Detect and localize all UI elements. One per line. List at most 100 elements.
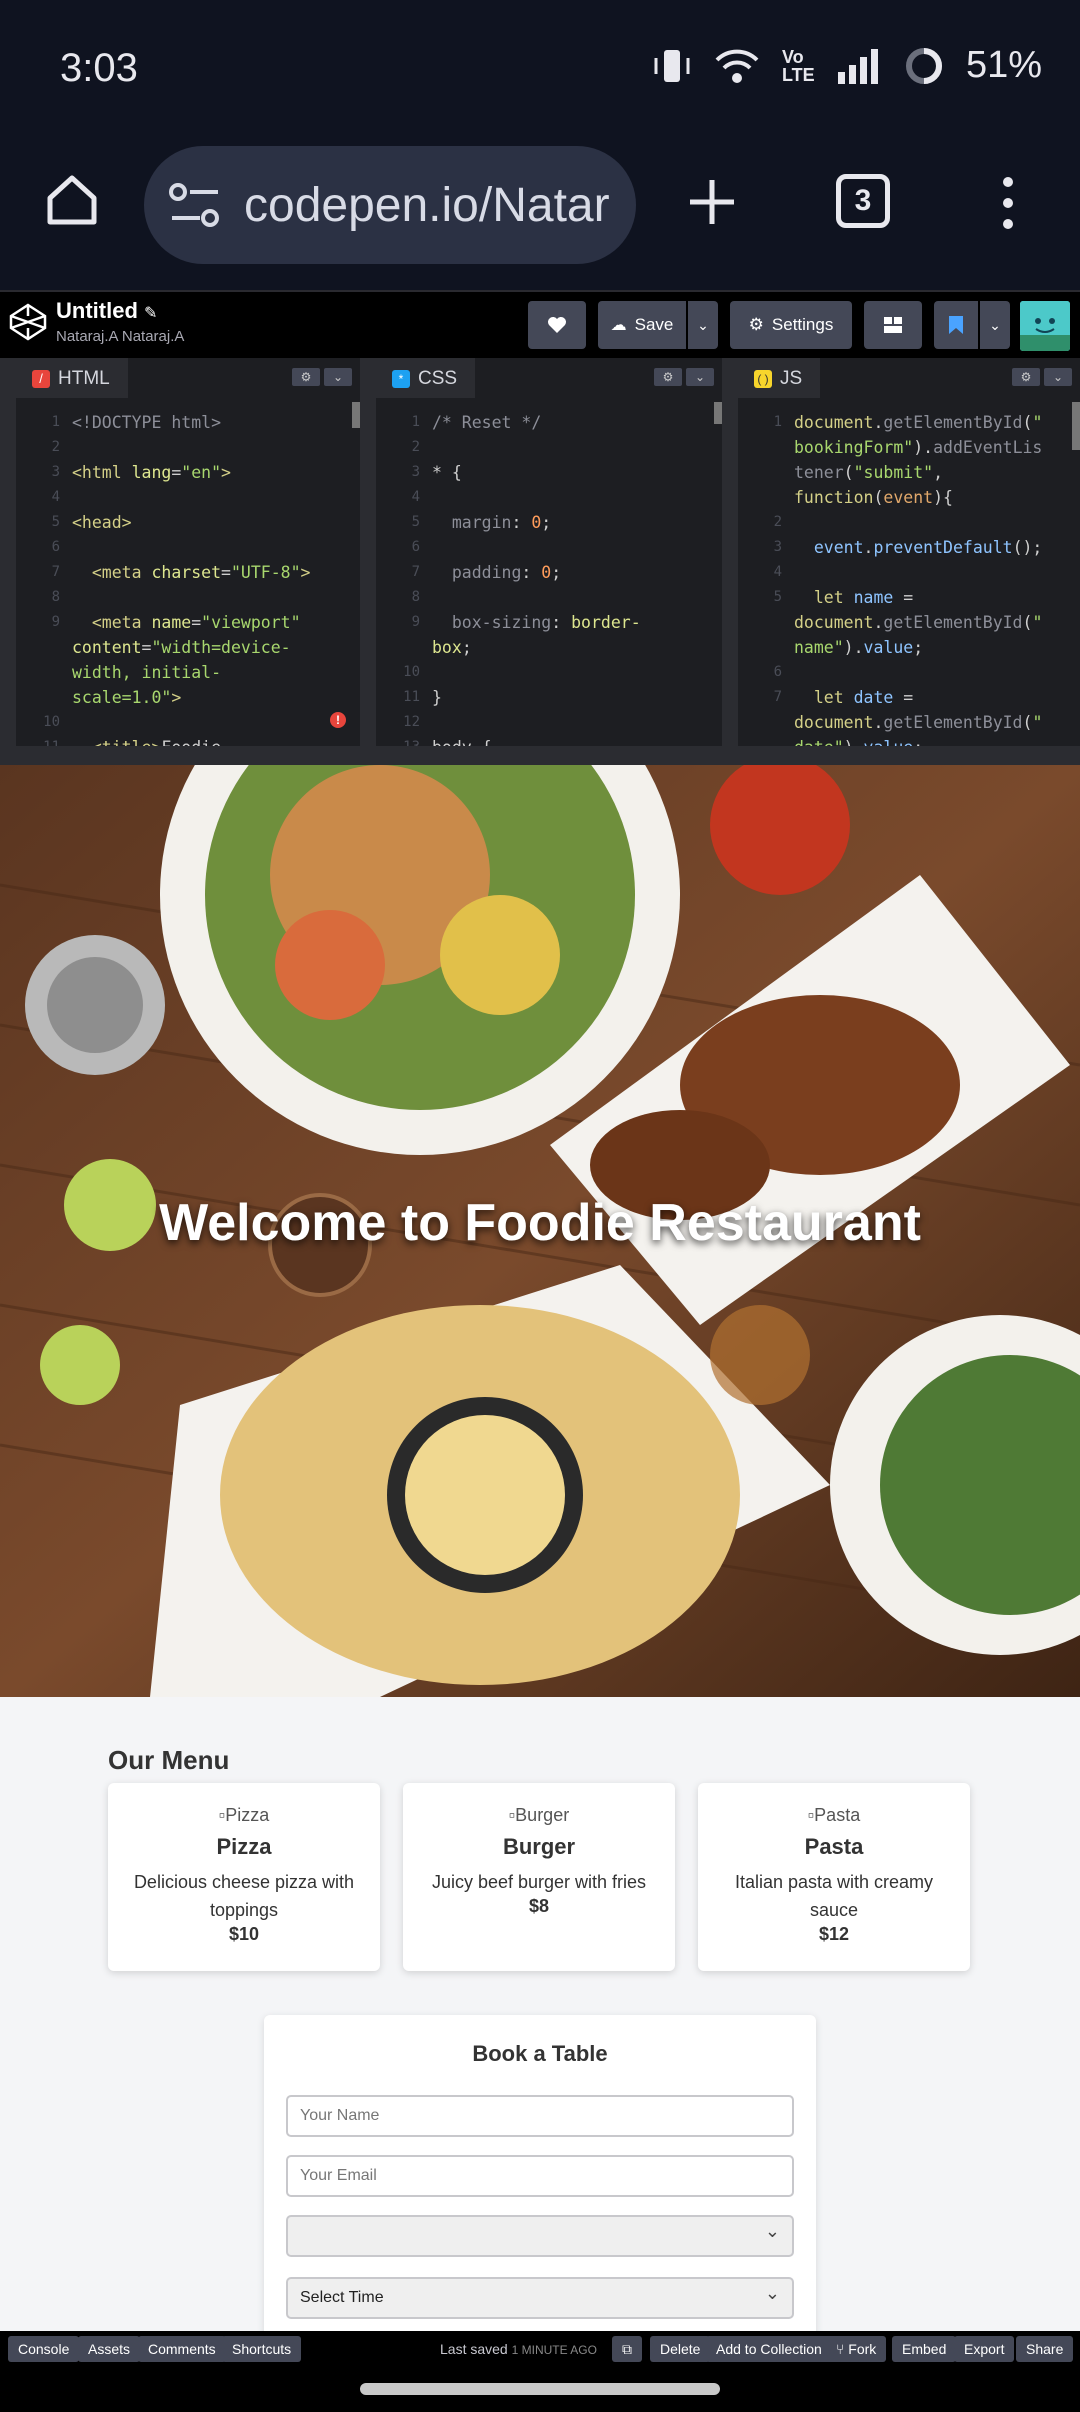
vibrate-icon	[654, 49, 690, 82]
save-label: Save	[634, 315, 674, 334]
comments-button[interactable]: Comments	[138, 2336, 226, 2362]
css-editor[interactable]: * CSS ⚙ ⌄ 1/* Reset */ 2 3 * { 4 5 margin:…	[376, 358, 738, 746]
email-field[interactable]: Your Email	[286, 2155, 794, 2197]
css-settings-icon[interactable]: ⚙	[654, 368, 682, 386]
fork-button[interactable]: ⑂ Fork	[826, 2336, 887, 2362]
bookmark-options-button[interactable]: ⌄	[980, 301, 1010, 349]
resize-handle[interactable]	[0, 746, 1080, 765]
network-label: Vo LTE	[781, 46, 815, 85]
js-code[interactable]: 1 document.getElementById(" bookingForm")…	[738, 398, 1080, 746]
export-button[interactable]: Export	[954, 2336, 1015, 2362]
menu-item-price: $8	[528, 1896, 550, 1916]
menu-card-pizza: ▫Pizza Pizza Delicious cheese pizza with…	[108, 1783, 380, 1971]
status-bar: 3:03 Vo LTE 51%	[0, 0, 1080, 140]
menu-item-desc: Delicious cheese pizza with toppings	[133, 1872, 355, 1920]
more-menu-icon[interactable]	[996, 176, 1020, 230]
last-saved: Last saved 1 MINUTE AGO	[440, 2341, 597, 2357]
html-editor[interactable]: / HTML ⚙ ⌄ 1 <!DOCTYPE html> 2 3 <html lang…	[0, 358, 376, 746]
html-settings-icon[interactable]: ⚙	[292, 368, 320, 386]
css-scrollbar[interactable]	[714, 402, 722, 424]
html-tab-label: HTML	[58, 368, 110, 389]
js-icon: ( )	[754, 370, 772, 388]
booking-title: Book a Table	[472, 2041, 608, 2066]
embed-button[interactable]: Embed	[892, 2336, 957, 2362]
cloud-icon: ☁	[610, 317, 627, 334]
save-button[interactable]: ☁ Save	[598, 301, 686, 349]
menu-item-price: $10	[228, 1924, 260, 1944]
open-external-button[interactable]: ⧉	[612, 2336, 642, 2362]
gesture-handle[interactable]	[360, 2383, 720, 2395]
share-button[interactable]: Share	[1016, 2336, 1074, 2362]
battery-percent: 51%	[965, 44, 1042, 86]
css-tab-label: CSS	[418, 368, 458, 389]
css-collapse-icon[interactable]: ⌄	[686, 368, 714, 386]
date-select[interactable]	[286, 2215, 794, 2257]
menu-item-name: Burger	[502, 1834, 576, 1859]
menu-item-name: Pizza	[216, 1834, 272, 1859]
editor-panes: / HTML ⚙ ⌄ 1 <!DOCTYPE html> 2 3 <html lang…	[0, 358, 1080, 746]
js-scrollbar[interactable]	[1072, 402, 1080, 450]
menu-card-pasta: ▫Pasta Pasta Italian pasta with creamy sa…	[698, 1783, 970, 1971]
booking-form: Book a Table Your Name Your Email Select…	[264, 2015, 816, 2331]
status-icons: Vo LTE 51%	[652, 44, 1042, 87]
avatar[interactable]	[1020, 301, 1070, 351]
delete-button[interactable]: Delete	[650, 2336, 711, 2362]
codepen-logo-icon[interactable]	[8, 302, 48, 342]
home-icon[interactable]	[44, 172, 100, 228]
menu-image-broken: ▫Burger	[508, 1805, 570, 1825]
heart-icon	[548, 317, 566, 333]
battery-icon	[905, 47, 942, 84]
wifi-icon	[715, 49, 759, 83]
js-tab-label: JS	[780, 368, 803, 389]
error-icon[interactable]: !	[330, 712, 346, 728]
save-options-button[interactable]: ⌄	[688, 301, 718, 349]
css-code[interactable]: 1/* Reset */ 2 3 * { 4 5 margin: 0; 6 7 p…	[376, 398, 722, 746]
url-field[interactable]: codepen.io/Natar	[144, 146, 636, 264]
html-scrollbar[interactable]	[352, 402, 360, 428]
pen-title-text: Untitled	[56, 298, 138, 323]
js-settings-icon[interactable]: ⚙	[1012, 368, 1040, 386]
tab-css[interactable]: * CSS	[376, 358, 476, 398]
hero-title: Welcome to Foodie Restaurant	[159, 1194, 921, 1252]
js-collapse-icon[interactable]: ⌄	[1044, 368, 1072, 386]
url-text: codepen.io/Natar	[244, 178, 610, 232]
external-link-icon: ⧉	[622, 2340, 632, 2357]
layout-button[interactable]	[864, 301, 922, 349]
browser-toolbar: codepen.io/Natar 3	[0, 140, 1080, 290]
pen-title[interactable]: Untitled ✎	[56, 298, 157, 324]
edit-title-icon[interactable]: ✎	[144, 305, 157, 322]
menu-image-broken: ▫Pasta	[807, 1805, 861, 1825]
fork-icon: ⑂	[836, 2341, 845, 2357]
new-tab-icon[interactable]	[686, 176, 738, 228]
love-button[interactable]	[528, 301, 586, 349]
add-to-collection-button[interactable]: Add to Collection	[706, 2336, 832, 2362]
bookmark-button[interactable]	[934, 301, 978, 349]
tab-switcher-button[interactable]: 3	[836, 174, 890, 228]
html-collapse-icon[interactable]: ⌄	[324, 368, 352, 386]
assets-button[interactable]: Assets	[78, 2336, 141, 2362]
menu-item-name: Pasta	[804, 1834, 864, 1859]
menu-image-broken: ▫Pizza	[218, 1805, 270, 1825]
console-button[interactable]: Console	[8, 2336, 80, 2362]
tab-html[interactable]: / HTML	[16, 358, 128, 398]
gear-icon: ⚙	[748, 315, 764, 334]
fork-label: Fork	[848, 2341, 877, 2357]
js-editor[interactable]: ( ) JS ⚙ ⌄ 1 document.getElementById(" boo…	[738, 358, 1080, 746]
status-time: 3:03	[60, 46, 138, 90]
html-code[interactable]: 1 <!DOCTYPE html> 2 3 <html lang="en"> 4 5…	[16, 398, 360, 746]
shortcuts-button[interactable]: Shortcuts	[222, 2336, 302, 2362]
time-select[interactable]: Select Time	[286, 2277, 794, 2319]
pen-author[interactable]: Nataraj.A Nataraj.A	[56, 328, 184, 345]
site-settings-icon[interactable]	[168, 180, 222, 230]
codepen-footer: Console Assets Comments Shortcuts Last s…	[0, 2331, 1080, 2367]
menu-item-desc: Juicy beef burger with fries	[431, 1872, 647, 1892]
hero-section: Welcome to Foodie Restaurant	[0, 765, 1080, 1697]
settings-button[interactable]: ⚙ Settings	[730, 301, 852, 349]
bookmark-icon	[949, 316, 963, 334]
signal-icon	[837, 48, 878, 84]
tab-js[interactable]: ( ) JS	[738, 358, 821, 398]
settings-label: Settings	[771, 315, 834, 334]
name-field[interactable]: Your Name	[286, 2095, 794, 2137]
layout-icon	[884, 317, 902, 333]
preview-frame[interactable]: Welcome to Foodie Restaurant Our Menu ▫P…	[0, 765, 1080, 2331]
